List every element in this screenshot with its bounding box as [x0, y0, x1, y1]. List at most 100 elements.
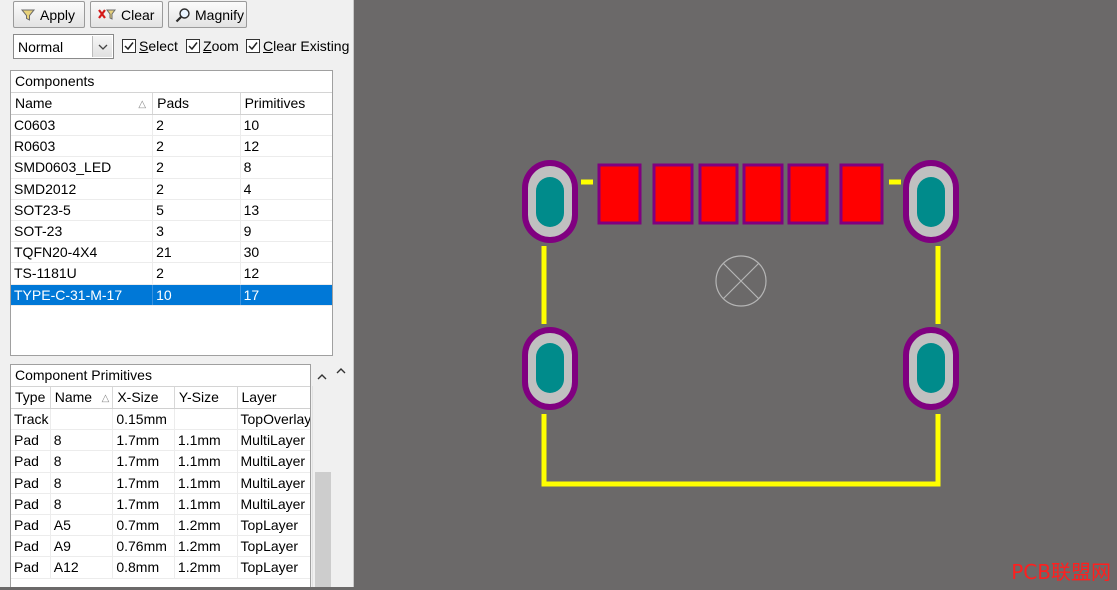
cell-xsize: 0.8mm: [113, 557, 175, 578]
table-row[interactable]: R0603 2 12: [11, 136, 332, 158]
filter-mode-select[interactable]: Normal: [13, 34, 114, 59]
zoom-checkbox[interactable]: Zoom: [186, 38, 239, 54]
primitives-scrollbar[interactable]: [312, 386, 332, 587]
cell-primitives: 17: [243, 286, 260, 303]
cell-ysize: [175, 409, 238, 430]
table-row[interactable]: SMD2012 2 4: [11, 178, 332, 200]
table-row[interactable]: Pad 8 1.7mm 1.1mm MultiLayer: [11, 451, 310, 473]
cell-name: A12: [51, 557, 114, 578]
clear-button[interactable]: Clear: [90, 1, 163, 28]
column-header-pads[interactable]: Pads: [153, 93, 241, 114]
table-row[interactable]: Pad A9 0.76mm 1.2mm TopLayer: [11, 536, 310, 558]
smd-pad-2: [652, 163, 694, 225]
table-row[interactable]: TQFN20-4X4 21 30: [11, 242, 332, 264]
pcb-library-panel: Apply Clear Magnify Normal Select Zoom C…: [0, 0, 354, 587]
column-header-xsize[interactable]: X-Size: [113, 387, 175, 408]
cell-type: Pad: [11, 557, 51, 578]
table-row[interactable]: Pad 8 1.7mm 1.1mm MultiLayer: [11, 493, 310, 515]
sort-ascending-icon: △: [101, 393, 110, 404]
cell-name: TYPE-C-31-M-17: [11, 284, 154, 305]
cell-layer: TopLayer: [240, 516, 299, 533]
cell-xsize: 0.76mm: [113, 536, 175, 557]
cell-primitives: 13: [243, 201, 260, 218]
table-row[interactable]: SMD0603_LED 2 8: [11, 157, 332, 179]
table-row[interactable]: Pad 8 1.7mm 1.1mm MultiLayer: [11, 430, 310, 452]
cell-ysize: 1.1mm: [175, 430, 238, 451]
cell-primitives: 12: [243, 265, 260, 282]
table-row[interactable]: TYPE-C-31-M-17 10 17: [11, 284, 332, 306]
cell-xsize: 0.7mm: [113, 514, 175, 536]
cell-xsize: 1.7mm: [113, 493, 175, 514]
select-label: Select: [139, 38, 178, 54]
pcb-design-canvas[interactable]: PCB联盟网: [355, 0, 1117, 587]
table-row[interactable]: Track 0.15mm TopOverlay: [11, 409, 310, 431]
clear-existing-checkbox[interactable]: Clear Existing: [246, 38, 349, 54]
cell-pads: 5: [153, 199, 241, 220]
cell-xsize: 0.15mm: [113, 409, 175, 430]
checkmark-icon: [122, 39, 136, 53]
sort-ascending-icon: △: [138, 99, 147, 110]
cell-layer: TopLayer: [240, 559, 299, 576]
table-row[interactable]: Pad A12 0.8mm 1.2mm TopLayer: [11, 557, 310, 579]
scrollbar-thumb[interactable]: [315, 472, 331, 587]
through-hole-pad-top-right: [903, 160, 959, 243]
cell-name: SOT-23: [11, 220, 154, 242]
cell-xsize: 1.7mm: [113, 472, 175, 493]
smd-pad-1: [597, 163, 642, 225]
cell-name: A5: [51, 514, 114, 536]
magnify-label: Magnify: [195, 6, 245, 23]
cell-primitives: 9: [243, 222, 252, 239]
apply-button[interactable]: Apply: [13, 1, 85, 28]
cell-name: 8: [51, 472, 114, 493]
cell-name: R0603: [11, 136, 154, 157]
magnify-button[interactable]: Magnify: [168, 1, 247, 28]
cell-type: Pad: [11, 536, 51, 557]
cell-primitives: 12: [243, 138, 260, 155]
clear-label: Clear: [121, 6, 155, 23]
panel-collapse-icon[interactable]: [334, 363, 348, 377]
table-row[interactable]: Pad A5 0.7mm 1.2mm TopLayer: [11, 514, 310, 537]
column-header-primitives[interactable]: Primitives: [241, 93, 332, 114]
cell-name: [51, 409, 114, 430]
primitives-header: Type Name △ X-Size Y-Size Layer: [11, 387, 310, 409]
table-row[interactable]: Pad 8 1.7mm 1.1mm MultiLayer: [11, 472, 310, 494]
smd-pad-4: [742, 163, 784, 225]
cell-xsize: 1.7mm: [113, 451, 175, 472]
cell-ysize: 1.2mm: [175, 514, 238, 536]
column-header-layer[interactable]: Layer: [238, 387, 311, 408]
zoom-label: Zoom: [203, 38, 239, 54]
cell-xsize: 1.7mm: [113, 430, 175, 451]
watermark: PCB联盟网: [1011, 560, 1111, 584]
select-checkbox[interactable]: Select: [122, 38, 178, 54]
smd-pad-3: [698, 163, 739, 225]
cell-name: SOT23-5: [11, 199, 154, 220]
footprint-drawing: [355, 0, 1117, 587]
cell-type: Track: [11, 409, 51, 430]
through-hole-pad-top-left: [522, 160, 578, 243]
cell-name: A9: [51, 536, 114, 557]
table-row[interactable]: SOT23-5 5 13: [11, 199, 332, 221]
table-row[interactable]: SOT-23 3 9: [11, 220, 332, 243]
cell-layer: MultiLayer: [240, 495, 306, 512]
table-row[interactable]: TS-1181U 2 12: [11, 263, 332, 285]
cell-ysize: 1.1mm: [175, 493, 238, 514]
smd-pad-5: [787, 163, 829, 225]
apply-label: Apply: [40, 6, 76, 23]
column-header-name[interactable]: Name △: [51, 387, 114, 408]
clear-existing-label: Clear Existing: [263, 38, 350, 54]
chevron-down-icon[interactable]: [92, 36, 112, 57]
cell-ysize: 1.2mm: [175, 557, 238, 578]
cell-name: 8: [51, 451, 114, 472]
smd-pad-6: [839, 163, 884, 225]
table-row[interactable]: C0603 2 10: [11, 115, 332, 137]
cell-name: TQFN20-4X4: [11, 242, 154, 263]
column-header-ysize[interactable]: Y-Size: [175, 387, 238, 408]
cell-name: C0603: [11, 115, 154, 136]
cell-pads: 21: [153, 242, 241, 263]
column-header-name[interactable]: Name △: [11, 93, 154, 114]
cell-primitives: 4: [243, 180, 252, 197]
checkmark-icon: [246, 39, 260, 53]
collapse-up-icon[interactable]: [314, 368, 330, 384]
cell-ysize: 1.2mm: [175, 536, 238, 557]
column-header-type[interactable]: Type: [11, 387, 51, 408]
